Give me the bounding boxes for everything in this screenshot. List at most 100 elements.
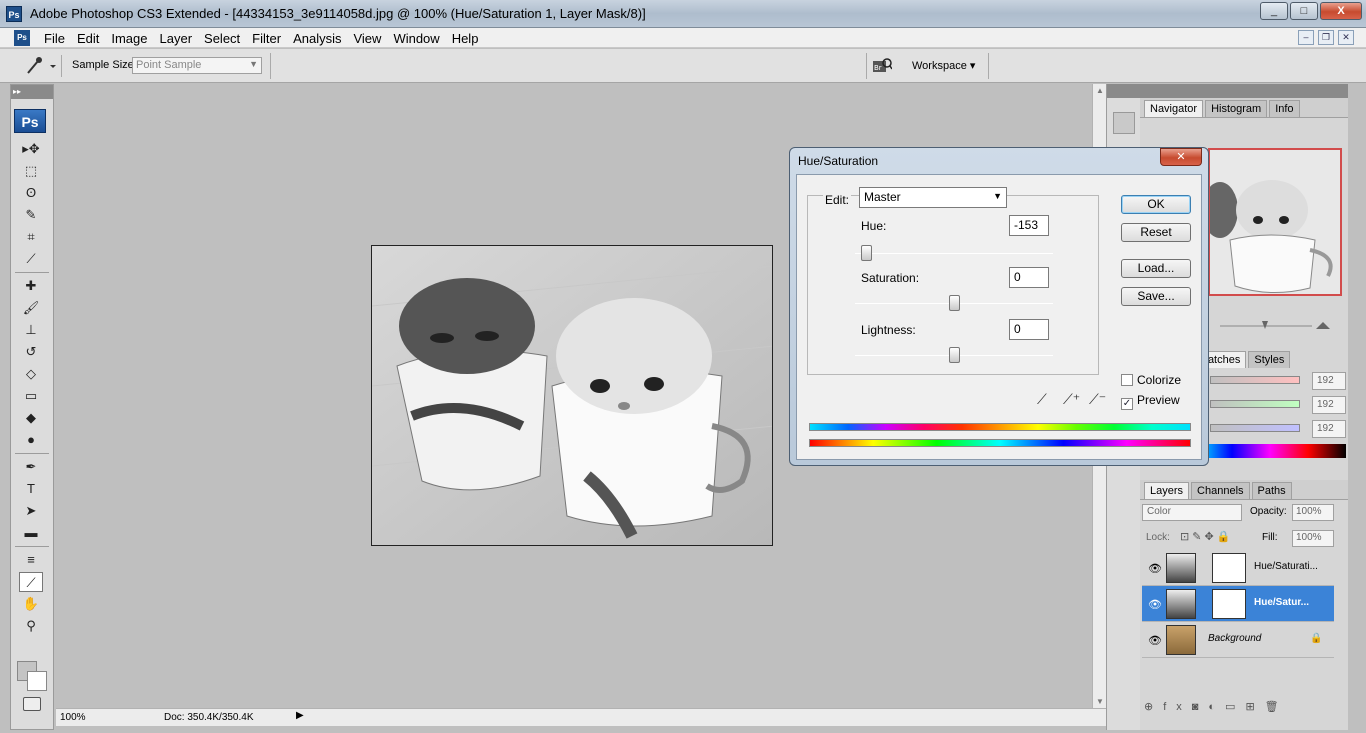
doc-restore-button[interactable]: ❐ (1318, 30, 1334, 45)
doc-close-button[interactable]: ✕ (1338, 30, 1354, 45)
eye-icon[interactable]: 👁 (1148, 634, 1162, 647)
preview-checkbox[interactable]: ✓ Preview (1121, 393, 1180, 410)
rectangle-tool-icon[interactable]: ▬ (19, 523, 43, 543)
document-image[interactable] (371, 245, 773, 546)
hue-slider-track[interactable] (855, 253, 1053, 254)
dodge-tool-icon[interactable]: ● (19, 430, 43, 450)
red-slider[interactable] (1210, 376, 1300, 384)
minimize-button[interactable]: _ (1260, 2, 1288, 20)
menu-select[interactable]: Select (198, 31, 246, 46)
tab-navigator[interactable]: Navigator (1144, 100, 1204, 117)
workspace-menu[interactable]: Workspace ▾ (906, 57, 981, 75)
load-button[interactable]: Load... (1121, 259, 1191, 278)
pen-tool-icon[interactable]: ✒ (19, 457, 43, 477)
eyedropper-icon[interactable]: ⟋ (1037, 391, 1047, 408)
slice-tool-icon[interactable]: ⟋ (19, 249, 43, 269)
layer-row[interactable]: 👁 Background 🔒 (1142, 622, 1334, 658)
ok-button[interactable]: OK (1121, 195, 1191, 214)
lasso-tool-icon[interactable]: ʘ (19, 183, 43, 203)
layer-actions-bar[interactable]: ⊕fx◙◐▭⊞🗑 (1144, 700, 1289, 713)
scroll-up-icon[interactable]: ▲ (1096, 86, 1104, 95)
save-button[interactable]: Save... (1121, 287, 1191, 306)
maximize-button[interactable]: □ (1290, 2, 1318, 20)
tool-preset-picker[interactable] (22, 55, 62, 77)
doc-minimize-button[interactable]: – (1298, 30, 1314, 45)
type-tool-icon[interactable]: T (19, 479, 43, 499)
layer-mask-thumbnail[interactable] (1212, 553, 1246, 583)
quick-mask-button[interactable] (23, 697, 41, 711)
history-panel-icon[interactable] (1112, 112, 1135, 134)
colorize-checkbox[interactable]: Colorize (1121, 373, 1181, 387)
crop-tool-icon[interactable]: ⌗ (19, 227, 43, 247)
lock-icons[interactable]: ⊡ ✎ ✥ 🔒 (1180, 530, 1231, 543)
eyedropper-minus-icon[interactable]: ⟋⁻ (1089, 391, 1106, 408)
dialog-close-button[interactable]: ✕ (1160, 148, 1202, 166)
close-button[interactable]: X (1320, 2, 1362, 20)
navigator-zoom-slider[interactable] (1208, 320, 1342, 330)
tab-info[interactable]: Info (1269, 100, 1300, 117)
tab-histogram[interactable]: Histogram (1205, 100, 1268, 117)
menu-window[interactable]: Window (387, 31, 445, 46)
saturation-field[interactable]: 0 (1009, 267, 1049, 288)
status-menu-arrow-icon[interactable]: ▶ (296, 710, 304, 721)
menu-edit[interactable]: Edit (71, 31, 105, 46)
fill-field[interactable]: 100% (1292, 530, 1334, 547)
edit-range-select[interactable]: Master ▼ (859, 187, 1007, 208)
brush-tool-icon[interactable]: 🖌 (19, 298, 43, 318)
zoom-tool-icon[interactable]: ⚲ (19, 616, 43, 636)
blue-value[interactable]: 192 (1312, 420, 1346, 438)
layer-mask-thumbnail[interactable] (1212, 589, 1246, 619)
eye-icon[interactable]: 👁 (1148, 562, 1162, 575)
hue-field[interactable]: -153 (1009, 215, 1049, 236)
menu-help[interactable]: Help (446, 31, 485, 46)
hand-tool-icon[interactable]: ✋ (19, 594, 43, 614)
eyedropper-tool-icon[interactable]: ⟋ (19, 572, 43, 592)
lightness-field[interactable]: 0 (1009, 319, 1049, 340)
menu-view[interactable]: View (347, 31, 387, 46)
move-tool-icon[interactable]: ▸✥ (19, 139, 43, 159)
blue-slider[interactable] (1210, 424, 1300, 432)
horizontal-scrollbar[interactable] (314, 712, 1090, 724)
notes-tool-icon[interactable]: ≡ (19, 550, 43, 570)
color-spectrum-bar[interactable] (1194, 444, 1346, 458)
gradient-tool-icon[interactable]: ▭ (19, 386, 43, 406)
menu-analysis[interactable]: Analysis (287, 31, 347, 46)
menu-image[interactable]: Image (105, 31, 153, 46)
saturation-slider-thumb[interactable] (949, 295, 960, 311)
history-brush-tool-icon[interactable]: ↺ (19, 342, 43, 362)
dock-grip[interactable] (1107, 84, 1140, 98)
healing-brush-tool-icon[interactable]: ✚ (19, 276, 43, 296)
tab-channels[interactable]: Channels (1191, 482, 1250, 499)
background-color-swatch[interactable] (27, 671, 47, 691)
tab-paths[interactable]: Paths (1251, 482, 1292, 499)
reset-button[interactable]: Reset (1121, 223, 1191, 242)
eyedropper-plus-icon[interactable]: ⟋⁺ (1063, 391, 1080, 408)
opacity-field[interactable]: 100% (1292, 504, 1334, 521)
blend-mode-select[interactable]: Color (1142, 504, 1242, 521)
path-selection-tool-icon[interactable]: ➤ (19, 501, 43, 521)
navigator-preview[interactable] (1208, 148, 1342, 296)
eraser-tool-icon[interactable]: ◇ (19, 364, 43, 384)
menu-layer[interactable]: Layer (154, 31, 199, 46)
zoom-level-field[interactable]: 100% (60, 712, 86, 723)
ps-logo-button[interactable]: Ps (14, 109, 46, 133)
layer-row[interactable]: 👁 Hue/Satur... (1142, 586, 1334, 622)
menu-file[interactable]: File (38, 31, 71, 46)
lightness-slider-thumb[interactable] (949, 347, 960, 363)
menu-filter[interactable]: Filter (246, 31, 287, 46)
eye-icon[interactable]: 👁 (1148, 598, 1162, 611)
sample-size-select[interactable]: Point Sample ▼ (132, 57, 262, 74)
tab-styles[interactable]: Styles (1248, 351, 1291, 368)
clone-stamp-tool-icon[interactable]: ⊥ (19, 320, 43, 340)
tab-layers[interactable]: Layers (1144, 482, 1190, 499)
quick-selection-tool-icon[interactable]: ✎ (19, 205, 43, 225)
hue-slider-thumb[interactable] (861, 245, 872, 261)
green-slider[interactable] (1210, 400, 1300, 408)
document-icon[interactable]: Ps (14, 30, 30, 46)
blur-tool-icon[interactable]: ◆ (19, 408, 43, 428)
red-value[interactable]: 192 (1312, 372, 1346, 390)
marquee-tool-icon[interactable]: ⬚ (19, 161, 43, 181)
layer-row[interactable]: 👁 Hue/Saturati... (1142, 550, 1334, 586)
toolbox-grip[interactable]: ▸▸ (11, 85, 53, 99)
scroll-down-icon[interactable]: ▼ (1096, 697, 1104, 706)
